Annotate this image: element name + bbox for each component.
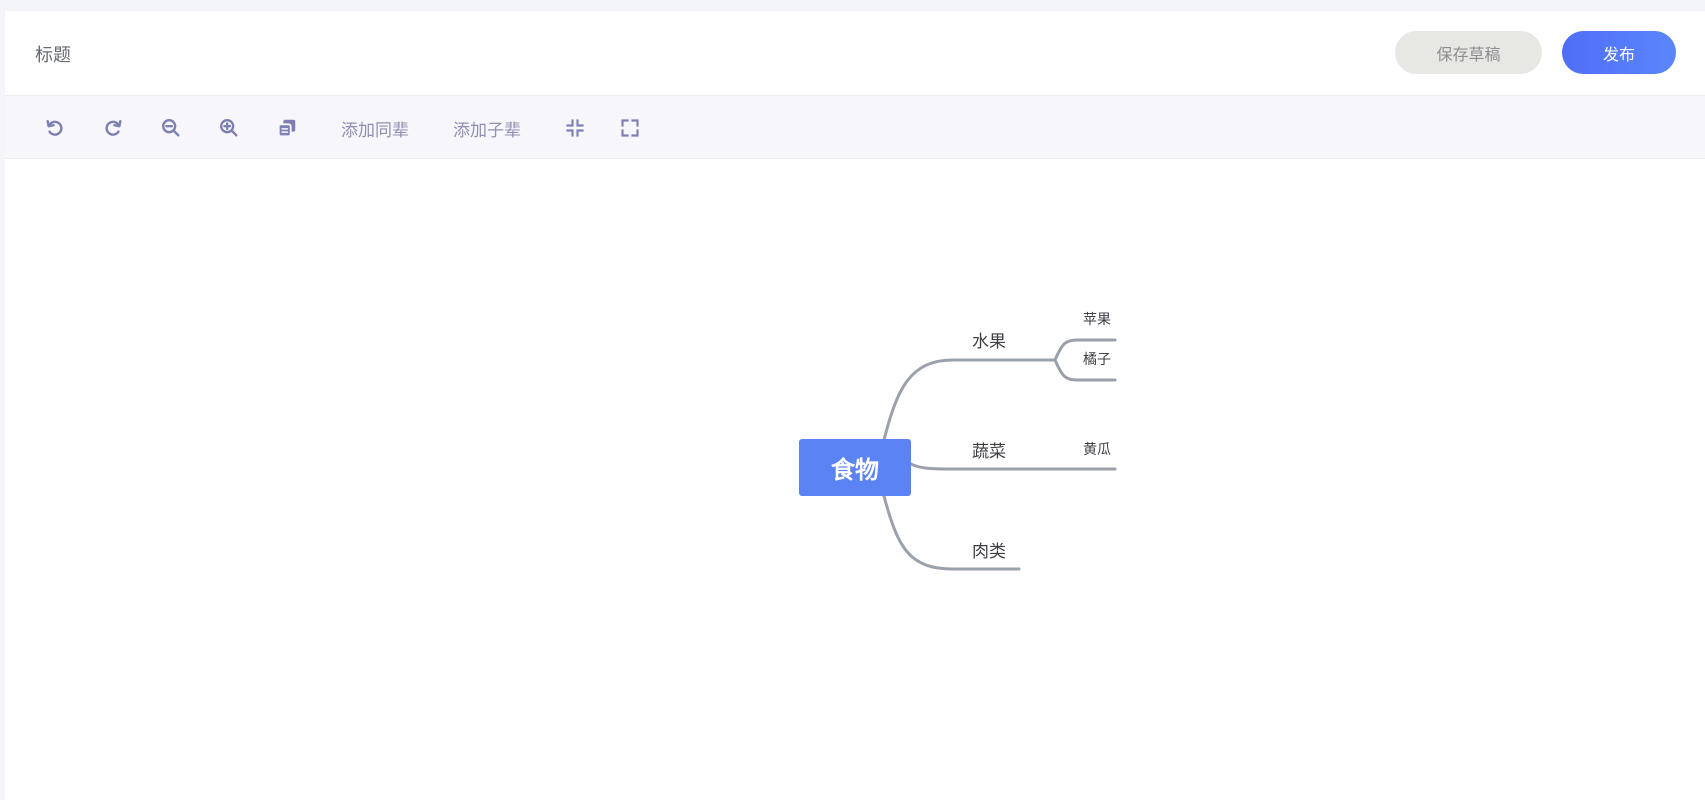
add-sibling-button[interactable]: 添加同辈	[335, 96, 415, 160]
branch-node-fruit[interactable]: 水果	[972, 327, 1006, 352]
zoom-in-icon	[220, 119, 238, 137]
undo-icon	[46, 119, 63, 136]
header: 标题 保存草稿 发布	[5, 11, 1705, 95]
redo-button[interactable]	[93, 96, 133, 160]
leaf-node-apple[interactable]: 苹果	[1083, 309, 1111, 329]
mindmap-canvas[interactable]: 食物 水果 蔬菜 肉类 苹果 橘子 黄瓜	[5, 159, 1705, 800]
fullscreen-icon	[621, 119, 639, 137]
add-child-button[interactable]: 添加子辈	[447, 96, 527, 160]
publish-button[interactable]: 发布	[1562, 31, 1676, 74]
leaf-node-orange[interactable]: 橘子	[1083, 349, 1111, 369]
root-node[interactable]: 食物	[799, 439, 911, 496]
zoom-in-button[interactable]	[209, 96, 249, 160]
mindmap-editor: 标题 保存草稿 发布 添加同辈 添加子辈 食物 水果 蔬菜 肉类 苹果 橘子 黄…	[5, 11, 1705, 800]
branch-node-meat[interactable]: 肉类	[972, 537, 1006, 562]
leaf-node-cucumber[interactable]: 黄瓜	[1083, 439, 1111, 459]
copy-icon	[277, 119, 296, 138]
collapse-button[interactable]	[555, 96, 595, 160]
edge-root-fruit	[882, 358, 1057, 442]
zoom-out-button[interactable]	[151, 96, 191, 160]
save-draft-button[interactable]: 保存草稿	[1395, 31, 1542, 74]
branch-node-vegetable[interactable]: 蔬菜	[972, 437, 1006, 462]
redo-icon	[105, 119, 122, 136]
copy-button[interactable]	[267, 96, 307, 160]
page-title[interactable]: 标题	[35, 41, 71, 67]
zoom-out-icon	[162, 119, 180, 137]
edge-root-vegetable	[909, 462, 1117, 471]
toolbar: 添加同辈 添加子辈	[5, 95, 1705, 159]
undo-button[interactable]	[35, 96, 75, 160]
collapse-icon	[566, 119, 584, 137]
fullscreen-button[interactable]	[610, 96, 650, 160]
